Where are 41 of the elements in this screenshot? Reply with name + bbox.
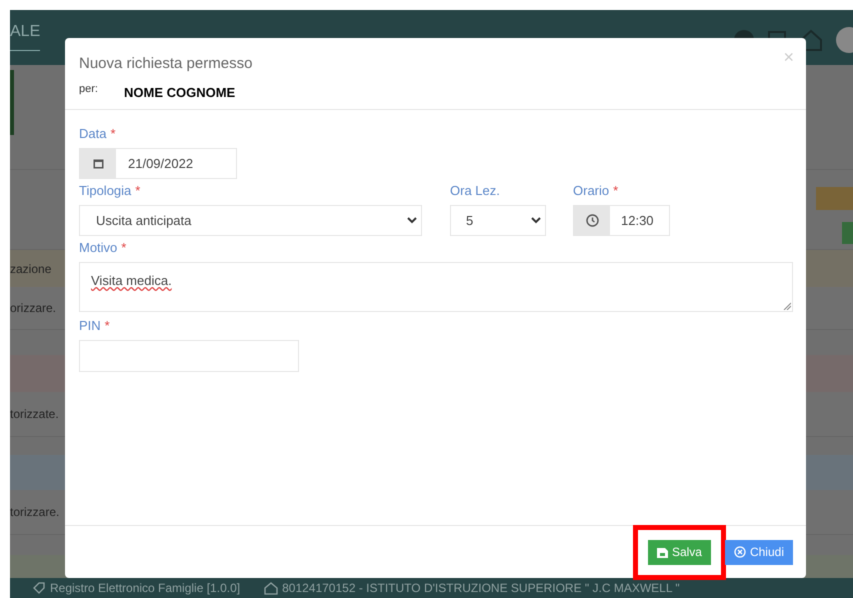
reason-text: Visita medica. [91,273,172,288]
chevron-down-icon [531,217,541,224]
type-select[interactable]: Uscita anticipata [79,205,422,236]
date-field[interactable]: 21/09/2022 [79,148,237,179]
row-text: torizzate. [10,406,59,423]
for-label: per: [79,82,99,97]
tag-icon [32,581,46,595]
field-label: PIN [79,317,101,336]
chevron-down-icon [407,217,417,224]
resize-handle-icon [783,302,791,310]
row-text: torizzare. [10,504,60,521]
clock-icon [586,214,598,227]
pin-field[interactable] [79,340,299,372]
type-value: Uscita anticipata [96,212,192,230]
lesson-value: 5 [466,212,474,230]
required-mark: * [104,317,110,336]
status-badge [816,187,853,210]
time-value: 12:30 [620,212,654,230]
required-mark: * [110,125,116,144]
required-mark: * [135,182,140,200]
reason-textarea[interactable]: Visita medica. [79,262,793,312]
row-text: zazione [10,260,52,278]
field-label: Data [79,125,106,144]
required-mark: * [613,182,618,200]
row-text: orizzare. [10,300,56,317]
field-label: Tipologia [79,182,132,200]
field-label: Ora Lez. [450,182,500,200]
time-field[interactable]: 12:30 [573,205,670,236]
field-label: Motivo [79,239,118,258]
calendar-icon [92,158,104,169]
date-value: 21/09/2022 [127,154,194,173]
brand-tab[interactable]: ALE [10,20,40,51]
home-icon [264,581,278,595]
student-name: NOME COGNOME [124,84,236,102]
lesson-select[interactable]: 5 [450,205,546,236]
field-label: Orario [573,182,610,200]
required-mark: * [121,239,126,258]
footer-school: 80124170152 - ISTITUTO D'ISTRUZIONE SUPERIORE " J.C MAXWELL " [282,580,680,597]
modal-title: Nuova richiesta permesso [79,55,252,72]
close-circle-icon [734,546,746,558]
footer-version: Registro Elettronico Famiglie [1.0.0] [50,580,240,597]
